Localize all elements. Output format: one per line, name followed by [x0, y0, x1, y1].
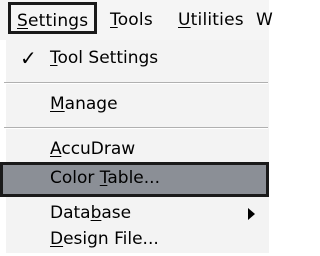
menu-separator	[4, 82, 268, 84]
menu-w-label: W	[256, 10, 274, 30]
menu-utilities-accelerator: U	[178, 10, 191, 30]
menu-bar: Settings Tools Utilities W	[0, 0, 273, 40]
menu-settings-accelerator: S	[17, 11, 28, 31]
menu-item-design-file-label: Design File...	[50, 229, 159, 249]
menu-utilities-label-post: tilities	[190, 10, 244, 30]
menu-item-design-file[interactable]: Design File...	[0, 223, 269, 256]
menu-item-tool-settings[interactable]: ✓ Tool Settings	[0, 42, 269, 75]
menu-item-color-table-label: Color Table...	[50, 168, 160, 188]
menu-w[interactable]: W	[256, 0, 273, 40]
menu-item-manage-label: Manage	[50, 94, 118, 114]
menu-item-tool-settings-label: Tool Settings	[50, 48, 159, 68]
menu-tools[interactable]: Tools	[110, 0, 153, 40]
checkmark-icon: ✓	[20, 46, 37, 70]
menu-item-manage[interactable]: Manage	[0, 88, 269, 121]
settings-dropdown-menu: ✓ Tool Settings Manage AccuDraw Color Ta…	[0, 40, 269, 253]
menu-item-color-table[interactable]: Color Table...	[0, 162, 269, 197]
menu-utilities[interactable]: Utilities	[178, 0, 244, 40]
menu-tools-accelerator: T	[110, 10, 118, 30]
menu-settings-label-post: ettings	[28, 11, 89, 31]
submenu-arrow-icon	[248, 208, 255, 220]
menu-separator	[4, 127, 268, 129]
menu-settings[interactable]: Settings	[8, 2, 98, 34]
menu-tools-label-post: ools	[117, 10, 153, 30]
